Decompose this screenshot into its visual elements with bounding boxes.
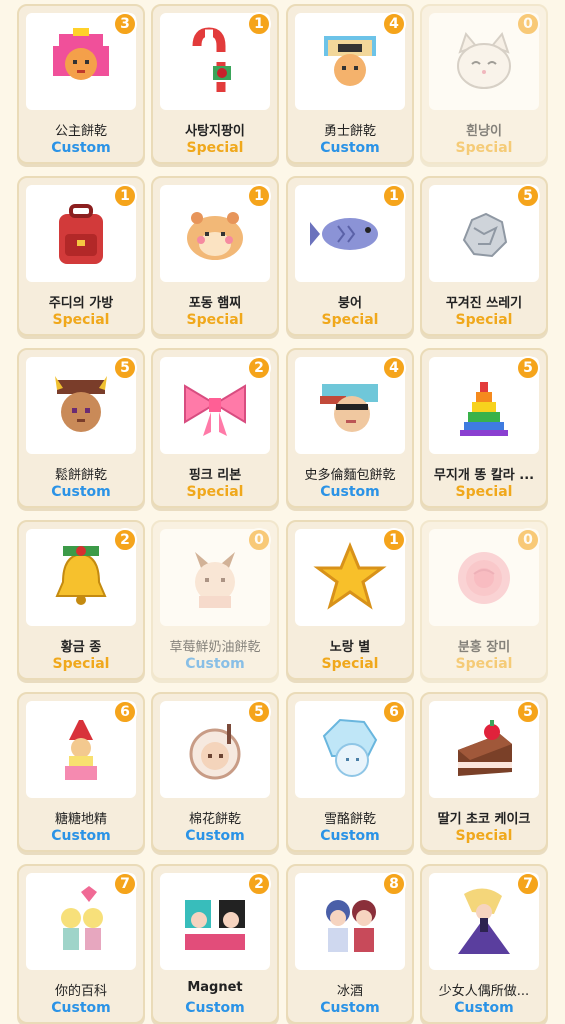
sticker-type-label: Special bbox=[455, 312, 513, 328]
sticker-card[interactable]: 1 붕어 Special bbox=[286, 176, 414, 336]
count-badge: 0 bbox=[247, 528, 271, 552]
sticker-type-label: Custom bbox=[320, 1000, 380, 1016]
sticker-name: Magnet bbox=[187, 980, 243, 995]
sticker-card[interactable]: 1 포동 햄찌 Special bbox=[151, 176, 279, 336]
sticker-card[interactable]: 4 史多倫麵包餅乾 Custom bbox=[286, 348, 414, 508]
sticker-name: 핑크 리본 bbox=[188, 468, 242, 483]
sticker-name: 草莓鮮奶油餅乾 bbox=[169, 640, 261, 655]
count-badge: 2 bbox=[247, 356, 271, 380]
sticker-name: 무지개 똥 칼라 ... bbox=[433, 468, 535, 483]
count-badge: 3 bbox=[113, 12, 137, 36]
sticker-name: 꾸겨진 쓰레기 bbox=[445, 296, 523, 311]
sticker-name: 雪酪餅乾 bbox=[323, 812, 376, 827]
sticker-card[interactable]: 1 사탕지팡이 Special bbox=[151, 4, 279, 164]
sticker-card[interactable]: 7 你的百科 Custom bbox=[17, 864, 145, 1024]
sticker-type-label: Custom bbox=[320, 484, 380, 500]
sticker-card[interactable]: 2 핑크 리본 Special bbox=[151, 348, 279, 508]
sticker-name: 황금 종 bbox=[60, 640, 102, 655]
sticker-card[interactable]: 4 勇士餅乾 Custom bbox=[286, 4, 414, 164]
sticker-type-label: Custom bbox=[454, 1000, 514, 1016]
count-badge: 0 bbox=[516, 12, 540, 36]
sticker-card[interactable]: 6 糖糖地精 Custom bbox=[17, 692, 145, 852]
sticker-card[interactable]: 1 노랑 별 Special bbox=[286, 520, 414, 680]
sticker-card[interactable]: 5 무지개 똥 칼라 ... Special bbox=[420, 348, 548, 508]
count-badge: 1 bbox=[247, 12, 271, 36]
count-badge: 7 bbox=[113, 872, 137, 896]
sticker-type-label: Custom bbox=[51, 484, 111, 500]
sticker-type-label: Special bbox=[186, 140, 244, 156]
sticker-name: 분홍 장미 bbox=[457, 640, 511, 655]
count-badge: 6 bbox=[113, 700, 137, 724]
sticker-name: 少女人偶所做... bbox=[438, 984, 530, 999]
sticker-card[interactable]: 6 雪酪餅乾 Custom bbox=[286, 692, 414, 852]
sticker-name: 冰酒 bbox=[336, 984, 363, 999]
sticker-type-label: Special bbox=[455, 656, 513, 672]
sticker-name: 포동 햄찌 bbox=[188, 296, 242, 311]
count-badge: 1 bbox=[382, 184, 406, 208]
sticker-card[interactable]: 5 棉花餅乾 Custom bbox=[151, 692, 279, 852]
sticker-name: 公主餅乾 bbox=[54, 124, 107, 139]
count-badge: 8 bbox=[382, 872, 406, 896]
count-badge: 7 bbox=[516, 872, 540, 896]
sticker-name: 붕어 bbox=[338, 296, 362, 311]
sticker-type-label: Custom bbox=[320, 140, 380, 156]
sticker-type-label: Custom bbox=[51, 1000, 111, 1016]
count-badge: 0 bbox=[516, 528, 540, 552]
sticker-card[interactable]: 5 딸기 초코 케이크 Special bbox=[420, 692, 548, 852]
sticker-card[interactable]: 2 황금 종 Special bbox=[17, 520, 145, 680]
sticker-card[interactable]: 8 冰酒 Custom bbox=[286, 864, 414, 1024]
sticker-card[interactable]: 0 흰냥이 Special bbox=[420, 4, 548, 164]
sticker-card[interactable]: 7 少女人偶所做... Custom bbox=[420, 864, 548, 1024]
sticker-name: 你的百科 bbox=[54, 984, 107, 999]
count-badge: 6 bbox=[382, 700, 406, 724]
sticker-name: 鬆餅餅乾 bbox=[54, 468, 107, 483]
sticker-type-label: Special bbox=[455, 140, 513, 156]
sticker-name: 棉花餅乾 bbox=[188, 812, 241, 827]
sticker-type-label: Special bbox=[186, 484, 244, 500]
sticker-card[interactable]: 5 鬆餅餅乾 Custom bbox=[17, 348, 145, 508]
sticker-type-label: Custom bbox=[185, 656, 245, 672]
count-badge: 5 bbox=[516, 356, 540, 380]
count-badge: 1 bbox=[382, 528, 406, 552]
sticker-name: 딸기 초코 케이크 bbox=[437, 812, 531, 827]
sticker-type-label: Custom bbox=[320, 828, 380, 844]
sticker-name: 史多倫麵包餅乾 bbox=[304, 468, 396, 483]
sticker-type-label: Custom bbox=[185, 1000, 245, 1016]
count-badge: 2 bbox=[113, 528, 137, 552]
sticker-name: 흰냥이 bbox=[466, 124, 502, 139]
sticker-type-label: Special bbox=[321, 656, 379, 672]
count-badge: 1 bbox=[113, 184, 137, 208]
sticker-type-label: Special bbox=[455, 484, 513, 500]
sticker-name: 勇士餅乾 bbox=[323, 124, 376, 139]
sticker-card[interactable]: 0 草莓鮮奶油餅乾 Custom bbox=[151, 520, 279, 680]
count-badge: 5 bbox=[247, 700, 271, 724]
sticker-type-label: Custom bbox=[51, 828, 111, 844]
sticker-card[interactable]: 2 Magnet Custom bbox=[151, 864, 279, 1024]
count-badge: 5 bbox=[113, 356, 137, 380]
sticker-card[interactable]: 1 주디의 가방 Special bbox=[17, 176, 145, 336]
count-badge: 5 bbox=[516, 184, 540, 208]
sticker-name: 주디의 가방 bbox=[48, 296, 114, 311]
sticker-card[interactable]: 5 꾸겨진 쓰레기 Special bbox=[420, 176, 548, 336]
sticker-card[interactable]: 0 분홍 장미 Special bbox=[420, 520, 548, 680]
count-badge: 2 bbox=[247, 872, 271, 896]
sticker-type-label: Custom bbox=[51, 140, 111, 156]
sticker-type-label: Special bbox=[52, 312, 110, 328]
count-badge: 1 bbox=[247, 184, 271, 208]
sticker-type-label: Custom bbox=[185, 828, 245, 844]
sticker-grid: 3 公主餅乾 Custom 1 사탕지팡이 Special 4 勇士餅乾 Custom 0흰… bbox=[0, 0, 565, 1024]
sticker-name: 노랑 별 bbox=[329, 640, 371, 655]
sticker-name: 사탕지팡이 bbox=[185, 124, 245, 139]
sticker-type-label: Special bbox=[455, 828, 513, 844]
sticker-card[interactable]: 3 公主餅乾 Custom bbox=[17, 4, 145, 164]
count-badge: 5 bbox=[516, 700, 540, 724]
sticker-type-label: Special bbox=[186, 312, 244, 328]
count-badge: 4 bbox=[382, 356, 406, 380]
count-badge: 4 bbox=[382, 12, 406, 36]
sticker-type-label: Special bbox=[321, 312, 379, 328]
sticker-name: 糖糖地精 bbox=[54, 812, 107, 827]
sticker-type-label: Special bbox=[52, 656, 110, 672]
